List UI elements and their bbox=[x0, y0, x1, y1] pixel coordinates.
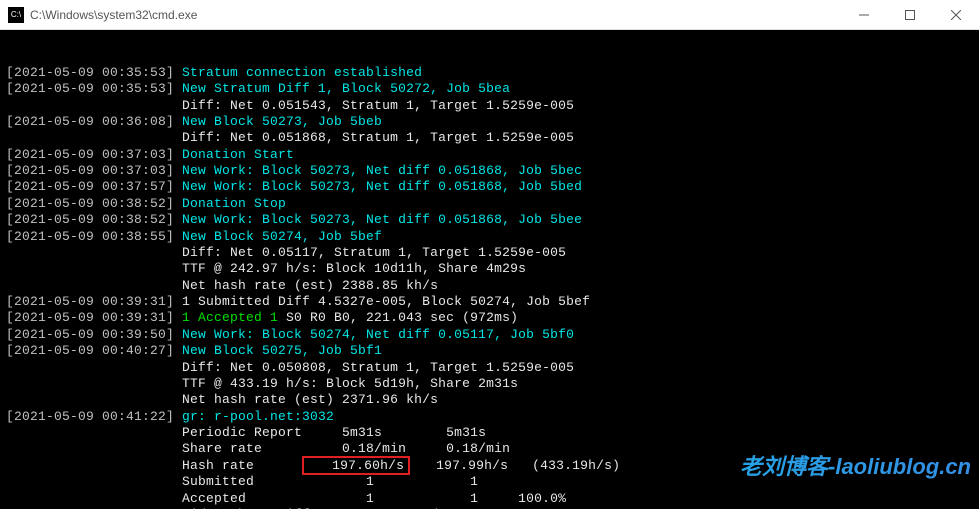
log-line: TTF @ 433.19 h/s: Block 5d19h, Share 2m3… bbox=[6, 376, 973, 392]
log-message: 1 Submitted Diff 4.5327e-005, Block 5027… bbox=[182, 294, 590, 309]
log-timestamp bbox=[6, 130, 182, 145]
log-accepted: 1 Accepted 1 bbox=[182, 310, 278, 325]
log-message: Stratum connection established bbox=[182, 65, 422, 80]
log-line: [2021-05-09 00:39:31] 1 Accepted 1 S0 R0… bbox=[6, 310, 973, 326]
log-line: [2021-05-09 00:39:31] 1 Submitted Diff 4… bbox=[6, 294, 973, 310]
log-line: [2021-05-09 00:35:53] Stratum connection… bbox=[6, 65, 973, 81]
maximize-button[interactable] bbox=[887, 0, 933, 29]
log-timestamp bbox=[6, 441, 182, 456]
log-line: [2021-05-09 00:38:52] Donation Stop bbox=[6, 196, 973, 212]
log-timestamp: [2021-05-09 00:38:52] bbox=[6, 212, 182, 227]
log-timestamp: [2021-05-09 00:39:31] bbox=[6, 294, 182, 309]
log-message: New Work: Block 50274, Net diff 0.05117,… bbox=[182, 327, 574, 342]
log-line: [2021-05-09 00:38:52] New Work: Block 50… bbox=[6, 212, 973, 228]
log-timestamp bbox=[6, 425, 182, 440]
log-timestamp bbox=[6, 261, 182, 276]
log-timestamp bbox=[6, 458, 182, 473]
log-line: [2021-05-09 00:36:08] New Block 50273, J… bbox=[6, 114, 973, 130]
log-timestamp bbox=[6, 245, 182, 260]
log-line: [2021-05-09 00:35:53] New Stratum Diff 1… bbox=[6, 81, 973, 97]
watermark-text: 老刘博客-laoliublog.cn bbox=[740, 453, 971, 481]
log-line: [2021-05-09 00:39:50] New Work: Block 50… bbox=[6, 327, 973, 343]
log-line: Accepted 1 1 100.0% bbox=[6, 491, 973, 507]
log-message: Diff: Net 0.051543, Stratum 1, Target 1.… bbox=[182, 98, 574, 113]
log-line: Diff: Net 0.051868, Stratum 1, Target 1.… bbox=[6, 130, 973, 146]
log-line: Diff: Net 0.051543, Stratum 1, Target 1.… bbox=[6, 98, 973, 114]
log-line: Net hash rate (est) 2371.96 kh/s bbox=[6, 392, 973, 408]
log-timestamp: [2021-05-09 00:39:50] bbox=[6, 327, 182, 342]
log-message: Share rate 0.18/min 0.18/min bbox=[182, 441, 510, 456]
log-line: Net hash rate (est) 2388.85 kh/s bbox=[6, 278, 973, 294]
log-message: New Stratum Diff 1, Block 50272, Job 5be… bbox=[182, 81, 510, 96]
log-timestamp: [2021-05-09 00:40:27] bbox=[6, 343, 182, 358]
log-message: gr: r-pool.net:3032 bbox=[182, 409, 334, 424]
log-message: Net hash rate (est) 2371.96 kh/s bbox=[182, 392, 438, 407]
log-message: Diff: Net 0.050808, Stratum 1, Target 1.… bbox=[182, 360, 574, 375]
log-message: Submitted 1 1 bbox=[182, 474, 478, 489]
log-message: New Work: Block 50273, Net diff 0.051868… bbox=[182, 212, 582, 227]
log-message: Periodic Report 5m31s 5m31s bbox=[182, 425, 486, 440]
log-timestamp: [2021-05-09 00:35:53] bbox=[6, 81, 182, 96]
log-timestamp bbox=[6, 360, 182, 375]
log-line: Diff: Net 0.050808, Stratum 1, Target 1.… bbox=[6, 360, 973, 376]
log-line: Periodic Report 5m31s 5m31s bbox=[6, 425, 973, 441]
log-timestamp bbox=[6, 98, 182, 113]
log-message: Accepted 1 1 100.0% bbox=[182, 491, 566, 506]
window-titlebar: C:\ C:\Windows\system32\cmd.exe bbox=[0, 0, 979, 30]
log-timestamp: [2021-05-09 00:38:52] bbox=[6, 196, 182, 211]
log-message: S0 R0 B0, 221.043 sec (972ms) bbox=[278, 310, 518, 325]
log-timestamp: [2021-05-09 00:37:03] bbox=[6, 163, 182, 178]
log-timestamp: [2021-05-09 00:39:31] bbox=[6, 310, 182, 325]
log-timestamp bbox=[6, 278, 182, 293]
hash-rate-extra: 197.99h/s (433.19h/s) bbox=[412, 458, 620, 473]
log-timestamp bbox=[6, 474, 182, 489]
log-timestamp: [2021-05-09 00:37:57] bbox=[6, 179, 182, 194]
log-message: Donation Start bbox=[182, 147, 294, 162]
log-line: [2021-05-09 00:37:03] Donation Start bbox=[6, 147, 973, 163]
close-button[interactable] bbox=[933, 0, 979, 29]
log-message: Diff: Net 0.05117, Stratum 1, Target 1.5… bbox=[182, 245, 566, 260]
log-timestamp: [2021-05-09 00:41:22] bbox=[6, 409, 182, 424]
log-message: Net hash rate (est) 2388.85 kh/s bbox=[182, 278, 438, 293]
log-message: New Work: Block 50273, Net diff 0.051868… bbox=[182, 163, 582, 178]
log-line: [2021-05-09 00:40:27] New Block 50275, J… bbox=[6, 343, 973, 359]
hash-rate-label: Hash rate bbox=[182, 458, 302, 473]
log-line: [2021-05-09 00:38:55] New Block 50274, J… bbox=[6, 229, 973, 245]
log-message: Donation Stop bbox=[182, 196, 286, 211]
log-line: [2021-05-09 00:37:03] New Work: Block 50… bbox=[6, 163, 973, 179]
log-message: New Work: Block 50273, Net diff 0.051868… bbox=[182, 179, 582, 194]
window-title: C:\Windows\system32\cmd.exe bbox=[30, 8, 841, 22]
log-timestamp: [2021-05-09 00:35:53] bbox=[6, 65, 182, 80]
log-timestamp: [2021-05-09 00:37:03] bbox=[6, 147, 182, 162]
log-timestamp bbox=[6, 376, 182, 391]
minimize-button[interactable] bbox=[841, 0, 887, 29]
log-timestamp: [2021-05-09 00:36:08] bbox=[6, 114, 182, 129]
log-message: New Block 50273, Job 5beb bbox=[182, 114, 382, 129]
terminal-output[interactable]: 老刘博客-laoliublog.cn [2021-05-09 00:35:53]… bbox=[0, 30, 979, 509]
log-line: [2021-05-09 00:37:57] New Work: Block 50… bbox=[6, 179, 973, 195]
log-line: Diff: Net 0.05117, Stratum 1, Target 1.5… bbox=[6, 245, 973, 261]
window-controls bbox=[841, 0, 979, 29]
log-timestamp: [2021-05-09 00:38:55] bbox=[6, 229, 182, 244]
log-message: New Block 50275, Job 5bf1 bbox=[182, 343, 382, 358]
log-message: TTF @ 433.19 h/s: Block 5d19h, Share 2m3… bbox=[182, 376, 518, 391]
log-timestamp bbox=[6, 392, 182, 407]
log-message: TTF @ 242.97 h/s: Block 10d11h, Share 4m… bbox=[182, 261, 526, 276]
log-timestamp bbox=[6, 491, 182, 506]
cmd-icon: C:\ bbox=[8, 7, 24, 23]
log-message: Diff: Net 0.051868, Stratum 1, Target 1.… bbox=[182, 130, 574, 145]
log-line: TTF @ 242.97 h/s: Block 10d11h, Share 4m… bbox=[6, 261, 973, 277]
log-message: New Block 50274, Job 5bef bbox=[182, 229, 382, 244]
hash-rate-highlight: 197.60h/s bbox=[302, 456, 410, 475]
log-line: [2021-05-09 00:41:22] gr: r-pool.net:303… bbox=[6, 409, 973, 425]
